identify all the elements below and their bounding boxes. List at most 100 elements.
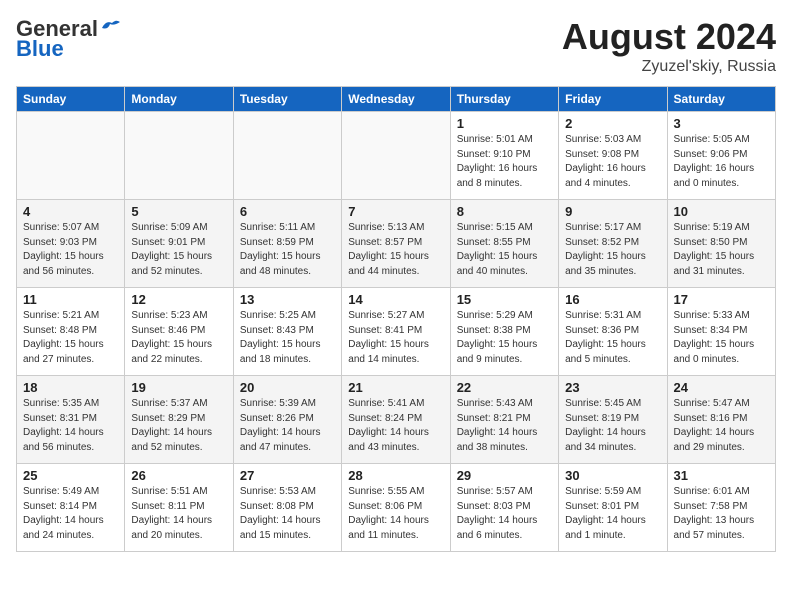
calendar-day-cell: 12 Sunrise: 5:23 AM Sunset: 8:46 PM Dayli…	[125, 288, 233, 376]
calendar-day-cell: 25 Sunrise: 5:49 AM Sunset: 8:14 PM Dayli…	[17, 464, 125, 552]
day-info: Sunrise: 5:43 AM Sunset: 8:21 PM Dayligh…	[457, 397, 552, 455]
day-number: 26	[131, 468, 226, 483]
logo: General Blue	[16, 16, 122, 62]
day-number: 29	[457, 468, 552, 483]
day-number: 18	[23, 380, 118, 395]
day-info: Sunrise: 5:29 AM Sunset: 8:38 PM Dayligh…	[457, 309, 552, 367]
calendar-day-cell: 9Sunrise: 5:17 AM Sunset: 8:52 PM Daylig…	[559, 200, 667, 288]
day-info: Sunrise: 5:37 AM Sunset: 8:29 PM Dayligh…	[131, 397, 226, 455]
location-label: Zyuzel'skiy, Russia	[562, 58, 776, 76]
day-number: 16	[565, 292, 660, 307]
day-number: 10	[674, 204, 769, 219]
logo-bird-icon	[100, 18, 122, 36]
calendar-day-cell: 20 Sunrise: 5:39 AM Sunset: 8:26 PM Dayli…	[233, 376, 341, 464]
calendar-day-cell: 19 Sunrise: 5:37 AM Sunset: 8:29 PM Dayli…	[125, 376, 233, 464]
day-info: Sunrise: 5:15 AM Sunset: 8:55 PM Dayligh…	[457, 221, 552, 279]
calendar-day-cell: 18 Sunrise: 5:35 AM Sunset: 8:31 PM Dayli…	[17, 376, 125, 464]
calendar-day-cell: 15 Sunrise: 5:29 AM Sunset: 8:38 PM Dayli…	[450, 288, 558, 376]
day-number: 5	[131, 204, 226, 219]
calendar-day-cell: 31 Sunrise: 6:01 AM Sunset: 7:58 PM Dayli…	[667, 464, 775, 552]
calendar-day-cell: 23 Sunrise: 5:45 AM Sunset: 8:19 PM Dayli…	[559, 376, 667, 464]
day-number: 4	[23, 204, 118, 219]
day-number: 23	[565, 380, 660, 395]
day-info: Sunrise: 5:55 AM Sunset: 8:06 PM Dayligh…	[348, 485, 443, 543]
day-number: 2	[565, 116, 660, 131]
calendar-day-cell: 8 Sunrise: 5:15 AM Sunset: 8:55 PM Daylig…	[450, 200, 558, 288]
calendar-day-cell: 26 Sunrise: 5:51 AM Sunset: 8:11 PM Dayli…	[125, 464, 233, 552]
weekday-header-saturday: Saturday	[667, 87, 775, 112]
empty-day-cell	[125, 112, 233, 200]
calendar-day-cell: 16 Sunrise: 5:31 AM Sunset: 8:36 PM Dayli…	[559, 288, 667, 376]
day-info: Sunrise: 5:27 AM Sunset: 8:41 PM Dayligh…	[348, 309, 443, 367]
day-number: 11	[23, 292, 118, 307]
calendar-day-cell: 30Sunrise: 5:59 AM Sunset: 8:01 PM Dayli…	[559, 464, 667, 552]
weekday-header-tuesday: Tuesday	[233, 87, 341, 112]
day-info: Sunrise: 5:07 AM Sunset: 9:03 PM Dayligh…	[23, 221, 118, 279]
day-info: Sunrise: 5:11 AM Sunset: 8:59 PM Dayligh…	[240, 221, 335, 279]
day-info: Sunrise: 5:35 AM Sunset: 8:31 PM Dayligh…	[23, 397, 118, 455]
page-header: General Blue August 2024 Zyuzel'skiy, Ru…	[16, 16, 776, 76]
weekday-header-sunday: Sunday	[17, 87, 125, 112]
day-info: Sunrise: 5:49 AM Sunset: 8:14 PM Dayligh…	[23, 485, 118, 543]
calendar-day-cell: 24Sunrise: 5:47 AM Sunset: 8:16 PM Dayli…	[667, 376, 775, 464]
day-info: Sunrise: 5:03 AM Sunset: 9:08 PM Dayligh…	[565, 133, 660, 191]
month-title: August 2024	[562, 16, 776, 58]
calendar-day-cell: 14 Sunrise: 5:27 AM Sunset: 8:41 PM Dayli…	[342, 288, 450, 376]
day-number: 7	[348, 204, 443, 219]
day-info: Sunrise: 5:53 AM Sunset: 8:08 PM Dayligh…	[240, 485, 335, 543]
weekday-header-monday: Monday	[125, 87, 233, 112]
day-number: 1	[457, 116, 552, 131]
day-info: Sunrise: 5:39 AM Sunset: 8:26 PM Dayligh…	[240, 397, 335, 455]
weekday-header-row: SundayMondayTuesdayWednesdayThursdayFrid…	[17, 87, 776, 112]
day-info: Sunrise: 5:09 AM Sunset: 9:01 PM Dayligh…	[131, 221, 226, 279]
day-info: Sunrise: 5:01 AM Sunset: 9:10 PM Dayligh…	[457, 133, 552, 191]
calendar-day-cell: 13Sunrise: 5:25 AM Sunset: 8:43 PM Dayli…	[233, 288, 341, 376]
day-number: 12	[131, 292, 226, 307]
day-info: Sunrise: 5:45 AM Sunset: 8:19 PM Dayligh…	[565, 397, 660, 455]
day-info: Sunrise: 5:25 AM Sunset: 8:43 PM Dayligh…	[240, 309, 335, 367]
day-number: 17	[674, 292, 769, 307]
day-info: Sunrise: 5:57 AM Sunset: 8:03 PM Dayligh…	[457, 485, 552, 543]
empty-day-cell	[17, 112, 125, 200]
calendar-day-cell: 10 Sunrise: 5:19 AM Sunset: 8:50 PM Dayli…	[667, 200, 775, 288]
weekday-header-friday: Friday	[559, 87, 667, 112]
day-number: 25	[23, 468, 118, 483]
day-number: 14	[348, 292, 443, 307]
calendar-day-cell: 2 Sunrise: 5:03 AM Sunset: 9:08 PM Daylig…	[559, 112, 667, 200]
day-number: 20	[240, 380, 335, 395]
day-info: Sunrise: 5:47 AM Sunset: 8:16 PM Dayligh…	[674, 397, 769, 455]
empty-day-cell	[233, 112, 341, 200]
day-number: 9	[565, 204, 660, 219]
calendar-day-cell: 29 Sunrise: 5:57 AM Sunset: 8:03 PM Dayli…	[450, 464, 558, 552]
calendar-day-cell: 6 Sunrise: 5:11 AM Sunset: 8:59 PM Daylig…	[233, 200, 341, 288]
day-info: Sunrise: 5:31 AM Sunset: 8:36 PM Dayligh…	[565, 309, 660, 367]
title-block: August 2024 Zyuzel'skiy, Russia	[562, 16, 776, 76]
calendar-week-row: 25 Sunrise: 5:49 AM Sunset: 8:14 PM Dayli…	[17, 464, 776, 552]
calendar-week-row: 11Sunrise: 5:21 AM Sunset: 8:48 PM Dayli…	[17, 288, 776, 376]
day-info: Sunrise: 5:51 AM Sunset: 8:11 PM Dayligh…	[131, 485, 226, 543]
calendar-day-cell: 22 Sunrise: 5:43 AM Sunset: 8:21 PM Dayli…	[450, 376, 558, 464]
day-info: Sunrise: 6:01 AM Sunset: 7:58 PM Dayligh…	[674, 485, 769, 543]
day-info: Sunrise: 5:13 AM Sunset: 8:57 PM Dayligh…	[348, 221, 443, 279]
calendar-week-row: 18 Sunrise: 5:35 AM Sunset: 8:31 PM Dayli…	[17, 376, 776, 464]
calendar-table: SundayMondayTuesdayWednesdayThursdayFrid…	[16, 86, 776, 552]
calendar-day-cell: 17Sunrise: 5:33 AM Sunset: 8:34 PM Dayli…	[667, 288, 775, 376]
calendar-day-cell: 28Sunrise: 5:55 AM Sunset: 8:06 PM Dayli…	[342, 464, 450, 552]
day-info: Sunrise: 5:05 AM Sunset: 9:06 PM Dayligh…	[674, 133, 769, 191]
empty-day-cell	[342, 112, 450, 200]
day-number: 3	[674, 116, 769, 131]
day-info: Sunrise: 5:19 AM Sunset: 8:50 PM Dayligh…	[674, 221, 769, 279]
day-number: 6	[240, 204, 335, 219]
day-number: 31	[674, 468, 769, 483]
day-number: 19	[131, 380, 226, 395]
day-number: 15	[457, 292, 552, 307]
weekday-header-wednesday: Wednesday	[342, 87, 450, 112]
logo-blue: Blue	[16, 36, 64, 62]
calendar-day-cell: 4 Sunrise: 5:07 AM Sunset: 9:03 PM Daylig…	[17, 200, 125, 288]
day-number: 27	[240, 468, 335, 483]
day-info: Sunrise: 5:23 AM Sunset: 8:46 PM Dayligh…	[131, 309, 226, 367]
calendar-day-cell: 11Sunrise: 5:21 AM Sunset: 8:48 PM Dayli…	[17, 288, 125, 376]
day-number: 22	[457, 380, 552, 395]
calendar-day-cell: 3 Sunrise: 5:05 AM Sunset: 9:06 PM Daylig…	[667, 112, 775, 200]
day-number: 8	[457, 204, 552, 219]
